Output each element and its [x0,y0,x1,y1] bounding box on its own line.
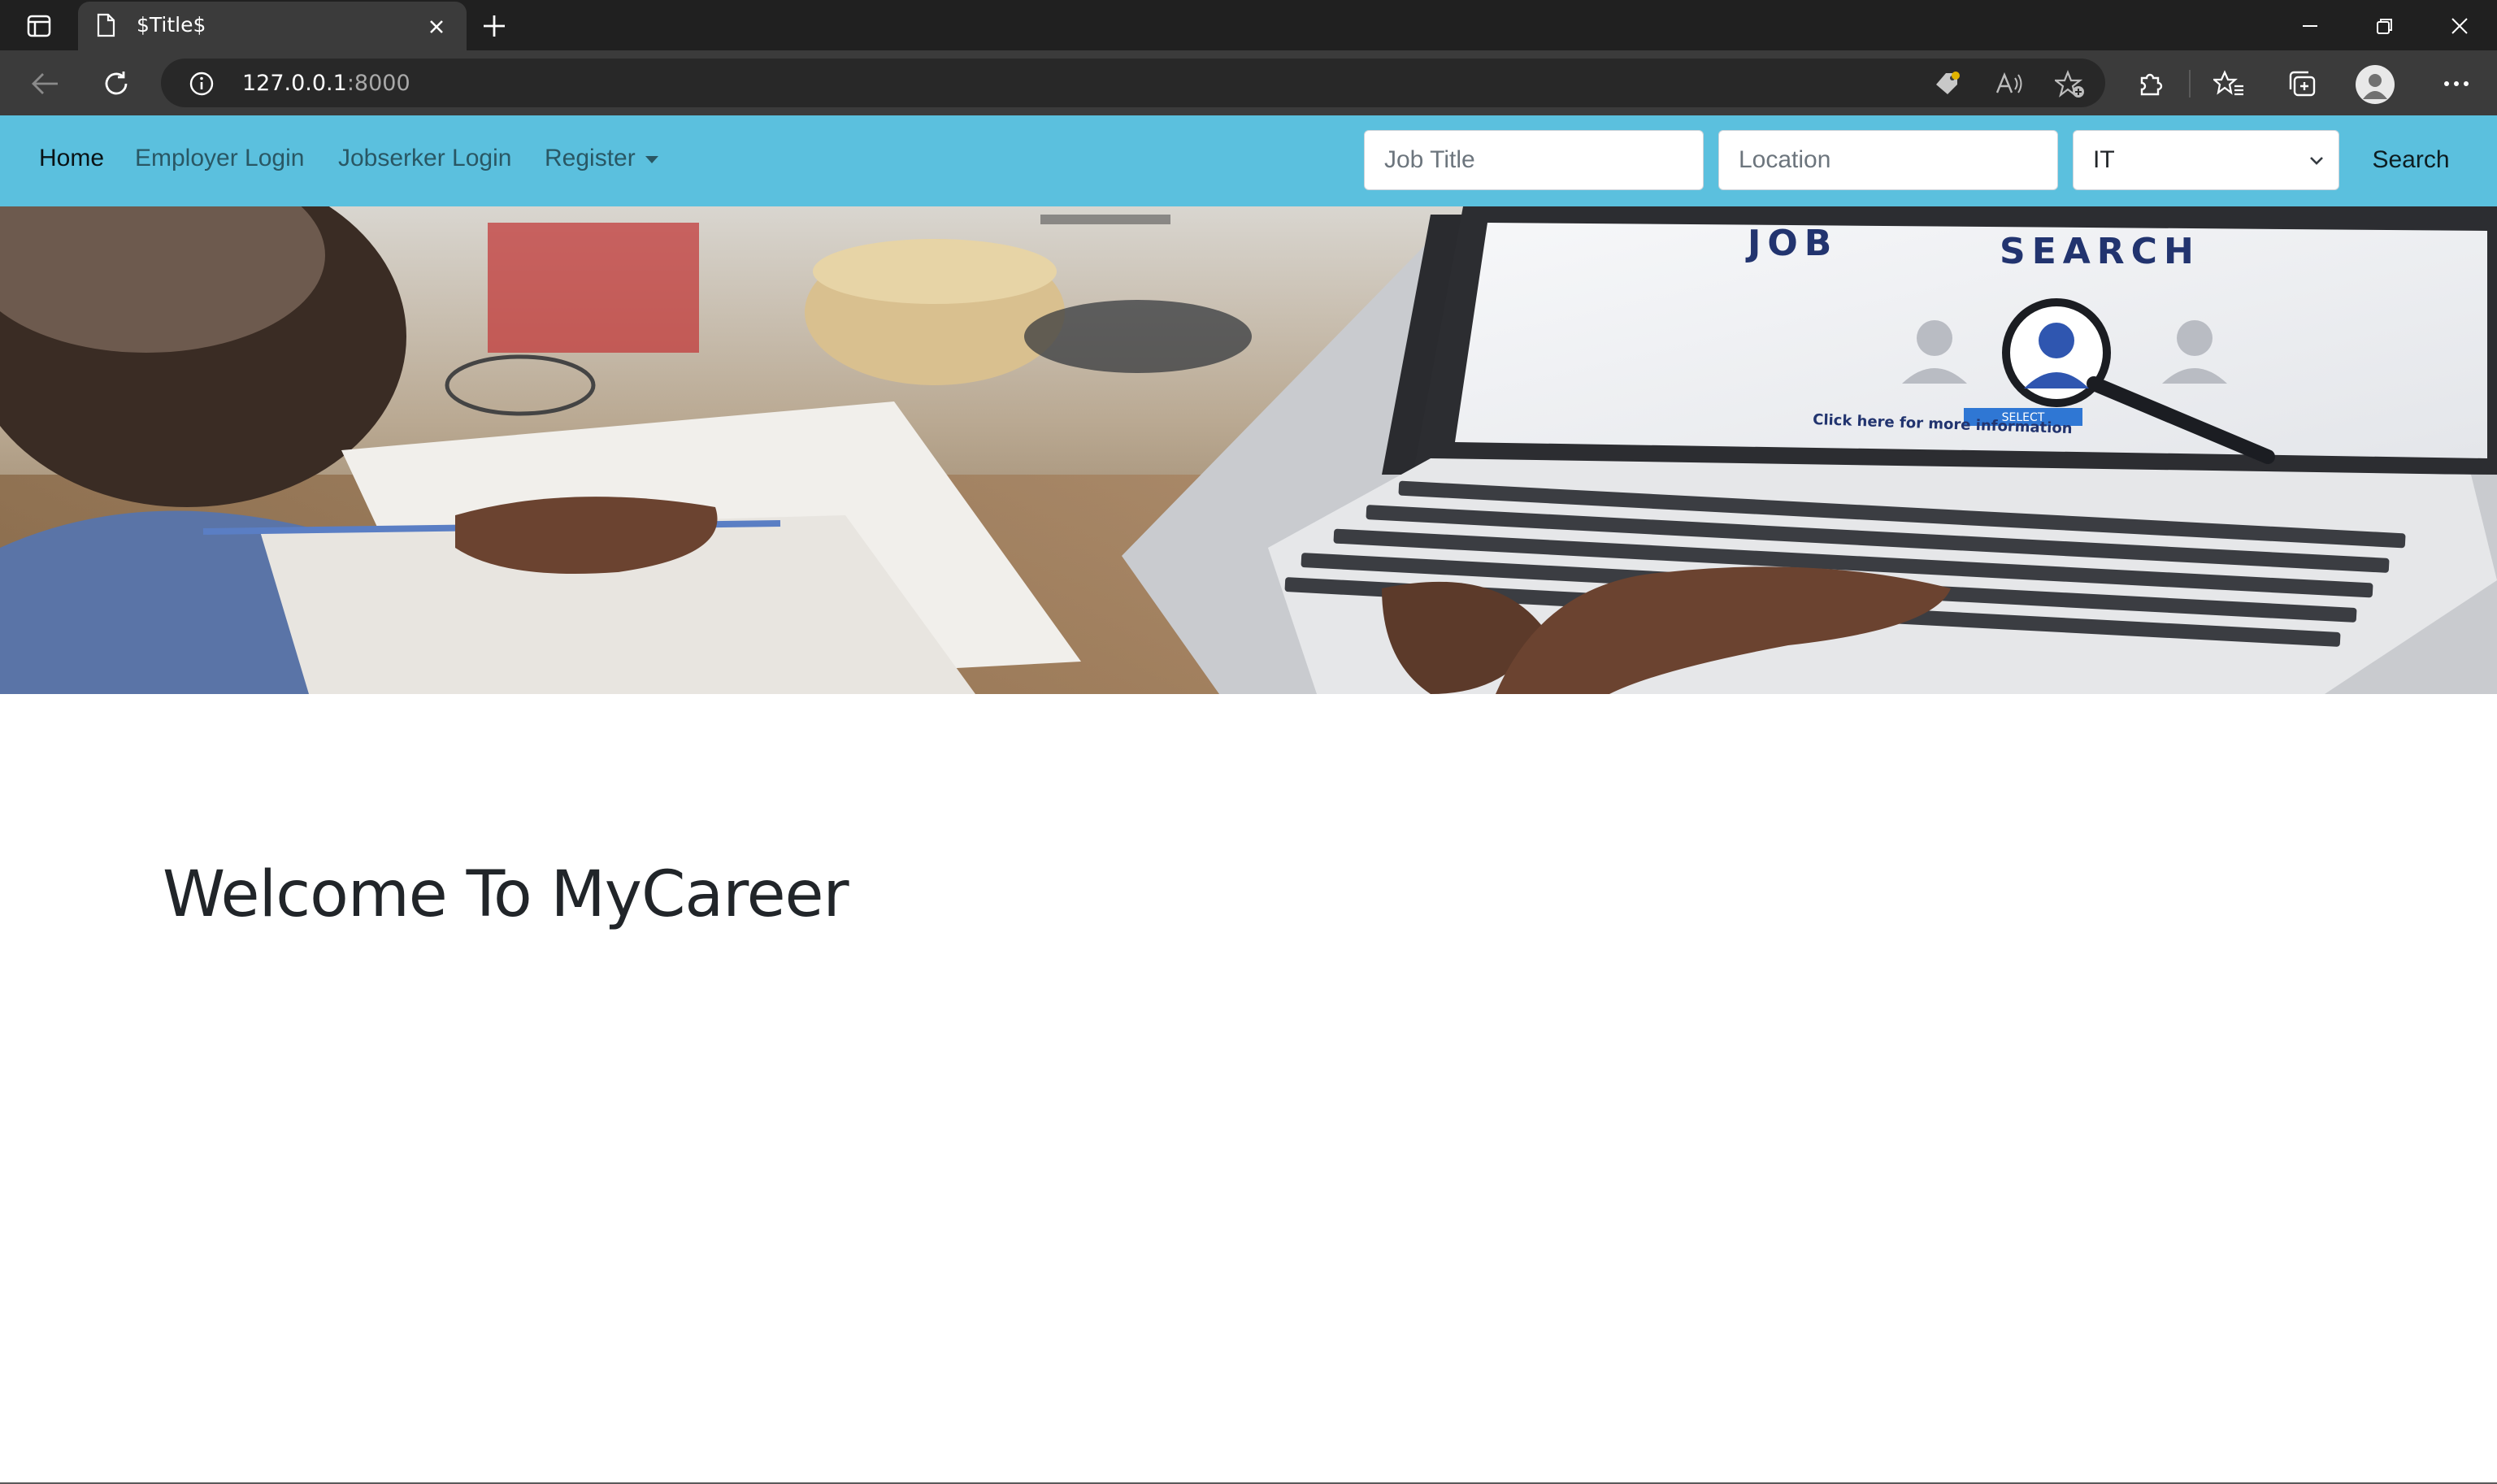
url-port: :8000 [346,71,410,96]
add-favorite-icon[interactable] [2052,70,2084,98]
site-navbar: Home Employer Login Jobserker Login Regi… [0,115,2497,206]
close-tab-icon[interactable] [424,15,449,39]
shopping-tag-icon[interactable] [1933,70,1961,98]
reload-icon[interactable] [98,67,135,101]
caret-down-icon [645,155,658,163]
collections-icon[interactable] [2284,67,2320,101]
site-info-icon[interactable] [189,71,215,100]
tab-title: $Title$ [137,13,206,37]
nav-link-jobseeker-login[interactable]: Jobserker Login [338,145,511,172]
close-window-icon[interactable] [2435,11,2484,41]
nav-link-home[interactable]: Home [39,145,104,172]
profile-avatar-icon[interactable] [2356,65,2395,104]
hero-banner-image: SELECT JOB SEARCH Click here for more in… [0,206,2497,694]
toolbar-divider [2189,70,2191,98]
address-bar[interactable]: 127.0.0.1:8000 [161,59,2105,107]
extensions-icon[interactable] [2133,67,2169,101]
tab-actions-icon[interactable] [23,11,55,41]
nav-register-dropdown[interactable]: Register [545,145,658,172]
hero-search-text: SEARCH [2000,231,2200,272]
location-input[interactable] [1718,130,2058,190]
browser-tab-strip: $Title$ [0,0,2497,50]
chevron-down-icon [2308,151,2325,172]
more-menu-icon[interactable] [2438,67,2474,101]
category-select-value: IT [2093,146,2115,173]
page-icon [96,13,115,41]
job-title-input[interactable] [1364,130,1704,190]
back-icon[interactable] [26,67,63,101]
browser-tab[interactable]: $Title$ [78,2,467,50]
welcome-heading: Welcome To MyCareer [163,858,849,931]
category-select[interactable]: IT [2073,130,2339,190]
nav-link-employer-login[interactable]: Employer Login [135,145,304,172]
search-button[interactable]: Search [2356,130,2466,190]
page-viewport: Home Employer Login Jobserker Login Regi… [0,115,2497,1484]
new-tab-icon[interactable] [480,11,512,41]
restore-icon[interactable] [2360,11,2409,41]
minimize-icon[interactable] [2286,11,2334,41]
favorites-icon[interactable] [2211,67,2247,101]
url-text: 127.0.0.1:8000 [242,71,410,96]
hero-job-text: JOB [1745,223,1838,264]
url-host: 127.0.0.1 [242,71,347,96]
address-toolbar: 127.0.0.1:8000 [0,50,2497,115]
read-aloud-icon[interactable] [1995,70,2022,98]
register-label: Register [545,145,636,171]
